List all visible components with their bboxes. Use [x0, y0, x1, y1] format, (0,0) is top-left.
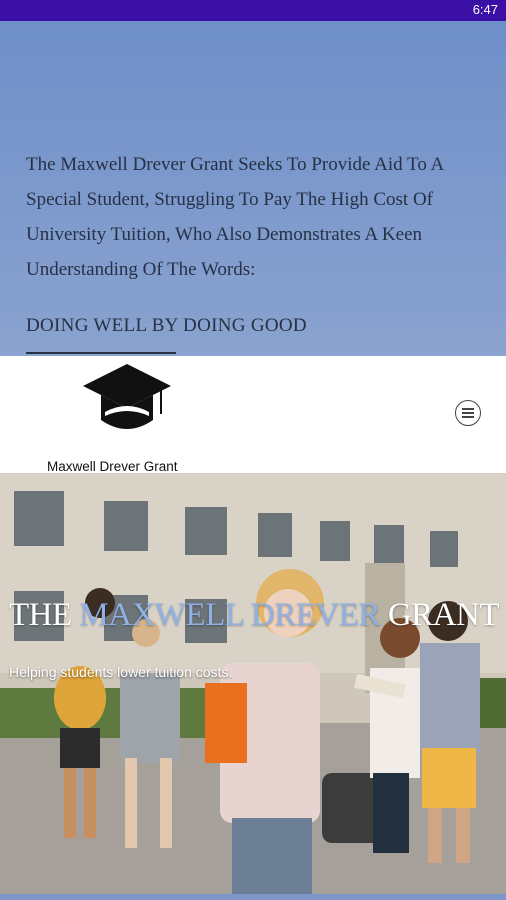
hero-banner: THE MAXWELL DREVER GRANT Helping student… [0, 473, 506, 894]
hero-title: THE MAXWELL DREVER GRANT [9, 597, 499, 633]
divider [26, 352, 176, 354]
status-bar: 6:47 [0, 0, 506, 21]
bottom-strip [0, 894, 506, 900]
logo-text: Maxwell Drever Grant [47, 459, 178, 474]
hero-students-image [0, 473, 506, 894]
graduation-cap-icon [83, 364, 171, 429]
intro-section: The Maxwell Drever Grant Seeks To Provid… [0, 21, 506, 356]
hamburger-menu-icon[interactable] [455, 400, 481, 426]
hero-subtitle: Helping students lower tuition costs. [9, 664, 233, 680]
site-logo[interactable]: Maxwell Drever Grant [45, 362, 210, 474]
status-time: 6:47 [472, 2, 498, 17]
intro-paragraph: The Maxwell Drever Grant Seeks To Provid… [26, 154, 444, 280]
site-header: Maxwell Drever Grant [0, 356, 506, 474]
motto-text: DOING WELL BY DOING GOOD [26, 315, 307, 336]
